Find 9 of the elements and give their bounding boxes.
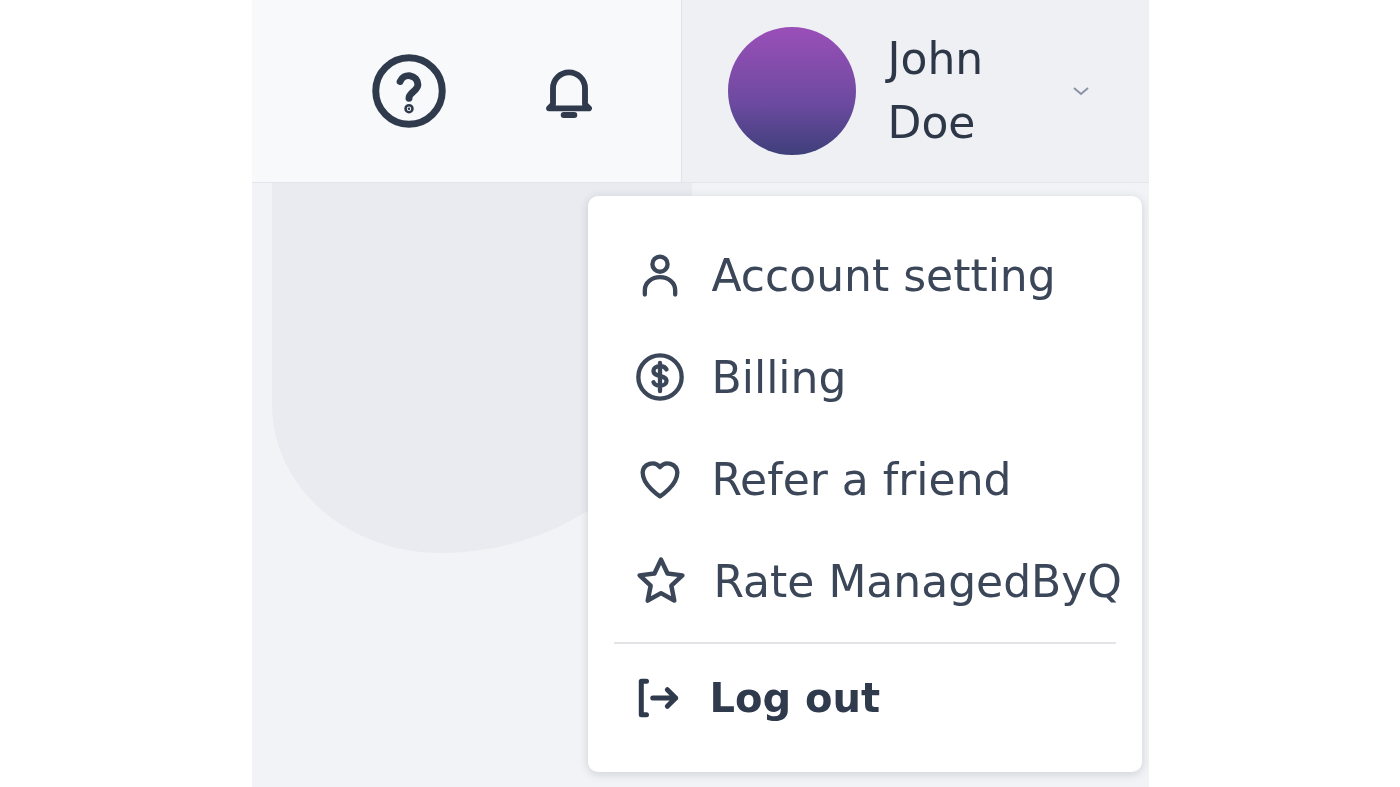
help-button[interactable] xyxy=(370,53,447,129)
menu-item[interactable]: Account setting xyxy=(633,224,1132,326)
help-icon xyxy=(370,53,447,129)
menu-item[interactable]: Refer a friend xyxy=(633,428,1132,530)
menu-item[interactable]: Billing xyxy=(633,326,1132,428)
menu-item[interactable]: Rate ManagedByQ xyxy=(633,530,1132,632)
user-menu-button[interactable]: John Doe xyxy=(680,0,1149,182)
logout-link[interactable]: Log out xyxy=(633,658,1132,738)
dollar-icon xyxy=(633,351,686,403)
